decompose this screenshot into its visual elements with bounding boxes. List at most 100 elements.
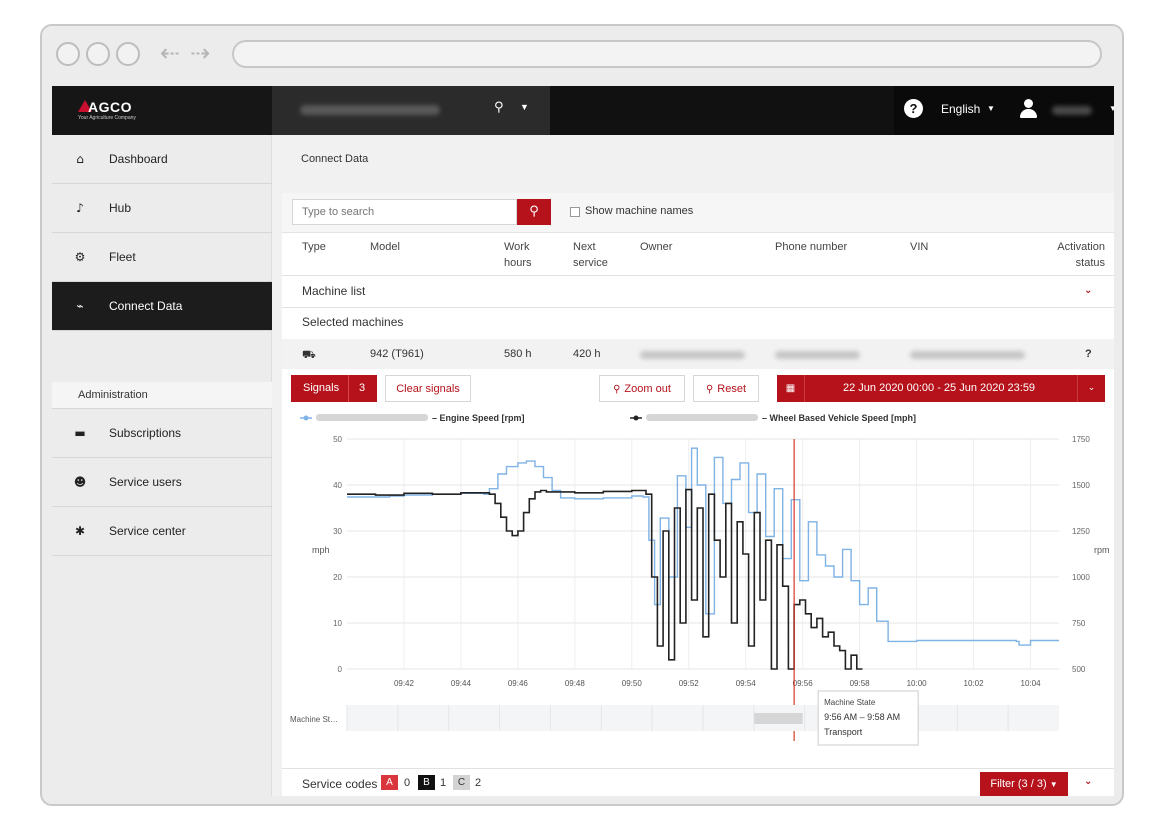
- dealer-name-redacted: [300, 105, 440, 115]
- user-icon[interactable]: [1019, 99, 1037, 119]
- sidebar-item-label: Hub: [109, 201, 132, 215]
- service-code-c-count: 2: [475, 777, 482, 789]
- sidebar-item-label: Subscriptions: [109, 426, 182, 440]
- x-tick-label: 09:50: [622, 679, 643, 688]
- forward-arrow-icon[interactable]: ⇢: [190, 39, 210, 67]
- signals-label: Signals: [303, 382, 340, 394]
- chevron-down-icon[interactable]: ⌄: [1084, 776, 1092, 787]
- search-row: ⚲ Show machine names: [282, 193, 1114, 233]
- service-code-b-badge[interactable]: B: [418, 775, 435, 790]
- column-header-work-hours[interactable]: Work hours: [504, 239, 532, 271]
- series-line-1: [347, 488, 863, 670]
- column-header-next-service[interactable]: Next service: [573, 239, 608, 271]
- help-icon[interactable]: ?: [904, 99, 923, 118]
- dealer-selector[interactable]: ⚲ ▼: [272, 86, 550, 135]
- window-close-dot[interactable]: [56, 42, 80, 66]
- brand-area[interactable]: AGCO Your Agriculture Company: [52, 86, 272, 135]
- zoom-out-button[interactable]: ⚲ Zoom out: [599, 375, 685, 402]
- timeline-label: Machine St…: [290, 715, 338, 724]
- y-right-tick-label: 1750: [1072, 435, 1090, 444]
- chevron-down-icon[interactable]: ⌄: [1084, 285, 1092, 296]
- selected-machines-label: Selected machines: [302, 315, 404, 329]
- sidebar-item-label: Service users: [109, 475, 182, 489]
- activation-status[interactable]: ?: [1085, 348, 1092, 360]
- x-tick-label: 09:52: [679, 679, 700, 688]
- machine-state-segment: [754, 713, 803, 724]
- window-maximize-dot[interactable]: [116, 42, 140, 66]
- column-header-owner[interactable]: Owner: [640, 239, 672, 255]
- address-bar[interactable]: [232, 40, 1102, 68]
- sidebar-item-connect-data[interactable]: ⌁ Connect Data: [52, 282, 272, 331]
- column-header-model[interactable]: Model: [370, 239, 400, 255]
- search-button[interactable]: ⚲: [517, 199, 551, 225]
- column-header-vin[interactable]: VIN: [910, 239, 928, 255]
- y-left-tick-label: 20: [333, 573, 342, 582]
- tooltip-title: Machine State: [824, 698, 876, 707]
- sidebar-item-subscriptions[interactable]: ▬ Subscriptions: [52, 409, 272, 458]
- caret-down-icon[interactable]: ▼: [520, 102, 529, 112]
- legend-entry-0: – Engine Speed [rpm]: [432, 413, 525, 423]
- y-left-axis-label: mph: [312, 545, 330, 555]
- browser-window: ⇠ ⇢ AGCO Your Agriculture Company ⚲ ▼ ? …: [40, 24, 1124, 806]
- user-name-redacted[interactable]: [1052, 106, 1092, 115]
- signals-count: 3: [359, 382, 366, 394]
- top-header: AGCO Your Agriculture Company ⚲ ▼ ? Engl…: [52, 86, 1114, 135]
- show-machine-names-label[interactable]: Show machine names: [585, 205, 693, 217]
- machine-list-label[interactable]: Machine list: [302, 284, 365, 298]
- x-tick-label: 10:04: [1021, 679, 1042, 688]
- column-header-type[interactable]: Type: [302, 239, 326, 255]
- calendar-icon: ▦: [777, 375, 805, 402]
- sidebar-item-label: Fleet: [109, 250, 136, 264]
- y-right-tick-label: 500: [1072, 665, 1086, 674]
- service-code-c-badge[interactable]: C: [453, 775, 470, 790]
- sidebar-item-service-users[interactable]: ☻ Service users: [52, 458, 272, 507]
- sidebar-item-hub[interactable]: ♪ Hub: [52, 184, 272, 233]
- window-minimize-dot[interactable]: [86, 42, 110, 66]
- vin-redacted: [910, 351, 1025, 359]
- reset-zoom-icon: ⚲: [705, 384, 714, 395]
- search-input[interactable]: [292, 199, 517, 225]
- tractor-icon: ⚙: [74, 250, 86, 264]
- back-arrow-icon[interactable]: ⇠: [160, 39, 180, 67]
- filter-button[interactable]: Filter (3 / 3) ▼: [980, 772, 1068, 796]
- sidebar-item-dashboard[interactable]: ⌂ Dashboard: [52, 135, 272, 184]
- table-row[interactable]: ⛟ 942 (T961) 580 h 420 h ?: [282, 339, 1114, 369]
- x-tick-label: 09:58: [850, 679, 871, 688]
- caret-down-icon[interactable]: ▼: [987, 104, 995, 113]
- column-header-activation-status[interactable]: Activation status: [1053, 239, 1105, 271]
- legend-source-redacted-1: [646, 414, 758, 421]
- app-root: AGCO Your Agriculture Company ⚲ ▼ ? Engl…: [52, 86, 1114, 796]
- sidebar-item-fleet[interactable]: ⚙ Fleet: [52, 233, 272, 282]
- clear-signals-button[interactable]: Clear signals: [385, 375, 471, 402]
- x-tick-label: 09:56: [793, 679, 814, 688]
- sidebar-item-label: Service center: [109, 524, 186, 538]
- service-code-a-count: 0: [404, 777, 411, 789]
- y-left-tick-label: 30: [333, 527, 342, 536]
- owner-redacted: [640, 351, 745, 359]
- chevron-down-icon[interactable]: ⌄: [1077, 375, 1105, 402]
- service-code-a-badge[interactable]: A: [381, 775, 398, 790]
- agco-logo[interactable]: AGCO Your Agriculture Company: [78, 99, 158, 122]
- y-left-tick-label: 40: [333, 481, 342, 490]
- search-icon[interactable]: ⚲: [494, 100, 504, 115]
- chart-toolbar: Signals 3 Clear signals ⚲ Zoom out ⚲ Reset…: [282, 369, 1114, 405]
- x-tick-label: 09:54: [736, 679, 757, 688]
- language-selector[interactable]: English: [941, 102, 980, 116]
- browser-toolbar: ⇠ ⇢: [42, 26, 1122, 86]
- phone-redacted: [775, 351, 860, 359]
- sidebar-item-service-center[interactable]: ✱ Service center: [52, 507, 272, 556]
- date-range-picker[interactable]: ▦ 22 Jun 2020 00:00 - 25 Jun 2020 23:59 …: [777, 375, 1105, 402]
- show-machine-names-checkbox[interactable]: [570, 207, 580, 217]
- signals-chart[interactable]: – Engine Speed [rpm] – Wheel Based Vehicl…: [282, 405, 1114, 750]
- sidebar-subitem-administration[interactable]: Administration: [52, 382, 272, 409]
- column-header-phone[interactable]: Phone number: [775, 239, 847, 255]
- gear-icon: ✱: [74, 524, 86, 538]
- search-icon: ⚲: [529, 204, 539, 219]
- y-left-tick-label: 0: [338, 665, 343, 674]
- caret-down-icon[interactable]: ▼: [1109, 104, 1114, 113]
- signals-button[interactable]: Signals 3: [291, 375, 377, 402]
- service-codes-label: Service codes: [302, 777, 378, 791]
- service-codes-row: Service codes A 0 B 1 C 2 Filter (3 / 3)…: [282, 768, 1114, 796]
- reset-button[interactable]: ⚲ Reset: [693, 375, 759, 402]
- connect-data-panel: ⚲ Show machine names Type Model Workhour…: [282, 193, 1114, 796]
